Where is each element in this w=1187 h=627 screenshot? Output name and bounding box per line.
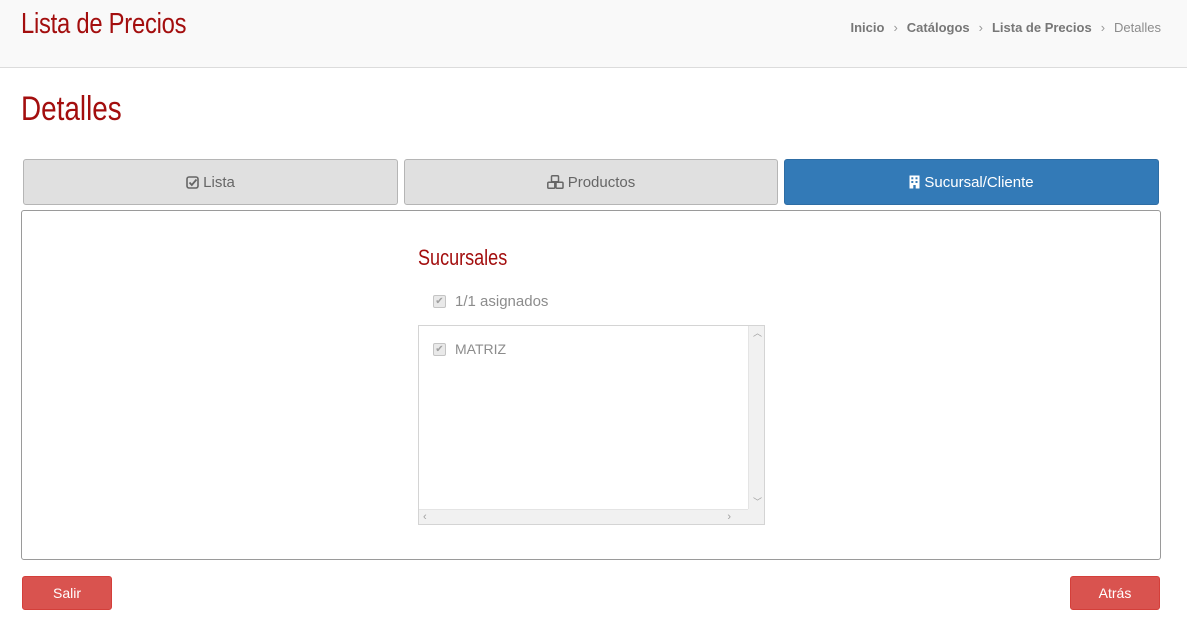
scroll-down-icon[interactable]: ﹀ [753, 498, 762, 507]
sucursales-listbox[interactable]: ✔ MATRIZ ︿ ﹀ ‹ › [418, 325, 765, 525]
list-item[interactable]: ✔ MATRIZ [433, 341, 506, 357]
tab-label: Lista [203, 173, 235, 191]
tab-label: Productos [567, 173, 636, 191]
app-title: Lista de Precios [21, 8, 187, 40]
breadcrumb: Inicio › Catálogos › Lista de Precios › … [850, 20, 1161, 35]
scroll-right-icon[interactable]: › [727, 512, 731, 523]
scrollbar-corner [748, 509, 764, 524]
chevron-right-icon: › [978, 20, 983, 35]
checkbox-checked-icon: ✔ [433, 295, 446, 308]
cubes-icon [546, 175, 564, 189]
select-all-checkbox[interactable]: ✔ 1/1 asignados [433, 293, 548, 310]
chevron-right-icon: › [1100, 20, 1106, 35]
chevron-right-icon: › [893, 20, 898, 35]
scroll-left-icon[interactable]: ‹ [423, 512, 427, 523]
page-header: Lista de Precios Inicio › Catálogos › Li… [0, 0, 1187, 68]
vertical-scrollbar[interactable]: ︿ ﹀ [748, 326, 764, 510]
building-icon [909, 175, 920, 189]
page-title: Detalles [21, 90, 122, 128]
sucursal-cliente-panel: Sucursales ✔ 1/1 asignados ✔ MATRIZ ︿ ﹀ … [21, 210, 1161, 560]
list-item-label: MATRIZ [455, 341, 507, 357]
back-button[interactable]: Atrás [1070, 576, 1160, 610]
horizontal-scrollbar[interactable]: ‹ › [419, 509, 749, 524]
tab-label: Sucursal/Cliente [924, 173, 1034, 191]
breadcrumb-item-inicio[interactable]: Inicio [850, 20, 884, 35]
breadcrumb-item-catalogos[interactable]: Catálogos [907, 20, 970, 35]
check-square-icon [186, 175, 199, 189]
breadcrumb-item-detalles: Detalles [1114, 20, 1161, 35]
exit-button[interactable]: Salir [22, 576, 112, 610]
tab-sucursal-cliente[interactable]: Sucursal/Cliente [784, 159, 1159, 205]
breadcrumb-item-lista-de-precios[interactable]: Lista de Precios [992, 20, 1092, 35]
scroll-up-icon[interactable]: ︿ [753, 329, 762, 338]
tab-productos[interactable]: Productos [404, 159, 778, 205]
sucursales-title: Sucursales [418, 245, 508, 270]
checkbox-checked-icon: ✔ [433, 342, 446, 356]
tab-lista[interactable]: Lista [23, 159, 398, 205]
select-all-label: 1/1 asignados [455, 293, 549, 310]
